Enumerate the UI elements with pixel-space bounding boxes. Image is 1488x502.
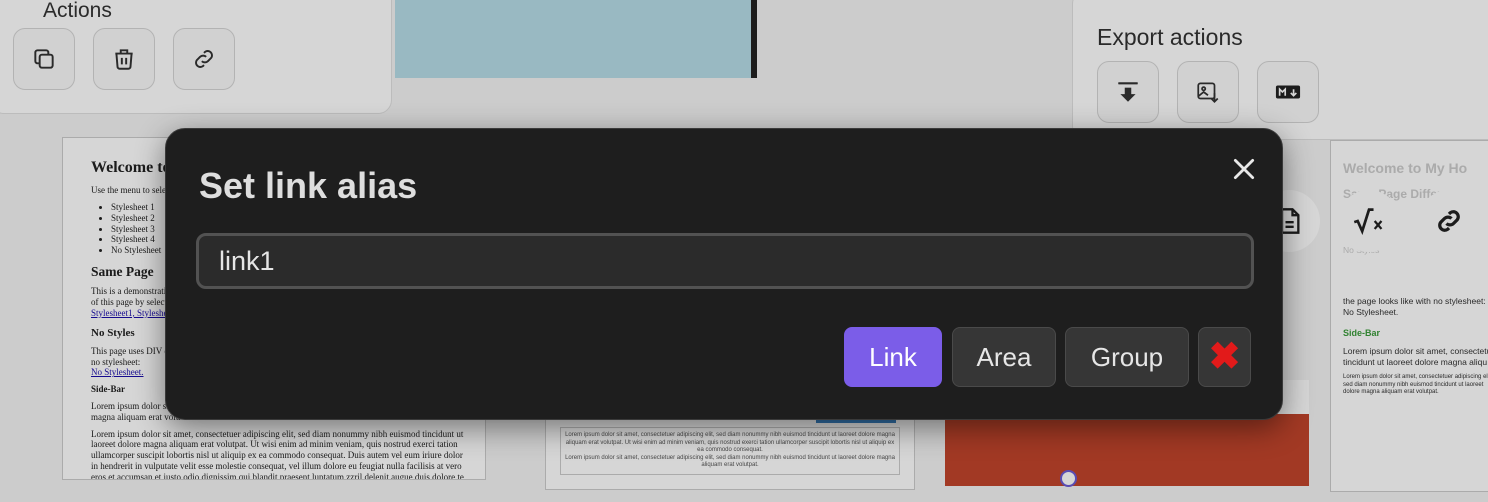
alias-input[interactable] bbox=[196, 233, 1254, 289]
link-alias-dialog: Set link alias Link Area Group ✖ bbox=[165, 128, 1283, 420]
cancel-button[interactable]: ✖ bbox=[1198, 327, 1251, 387]
link-button[interactable]: Link bbox=[844, 327, 942, 387]
cancel-x-icon: ✖ bbox=[1208, 336, 1241, 378]
close-icon bbox=[1233, 158, 1255, 180]
area-button[interactable]: Area bbox=[952, 327, 1056, 387]
close-button[interactable] bbox=[1226, 151, 1262, 187]
dialog-title: Set link alias bbox=[199, 165, 418, 206]
group-button[interactable]: Group bbox=[1065, 327, 1189, 387]
